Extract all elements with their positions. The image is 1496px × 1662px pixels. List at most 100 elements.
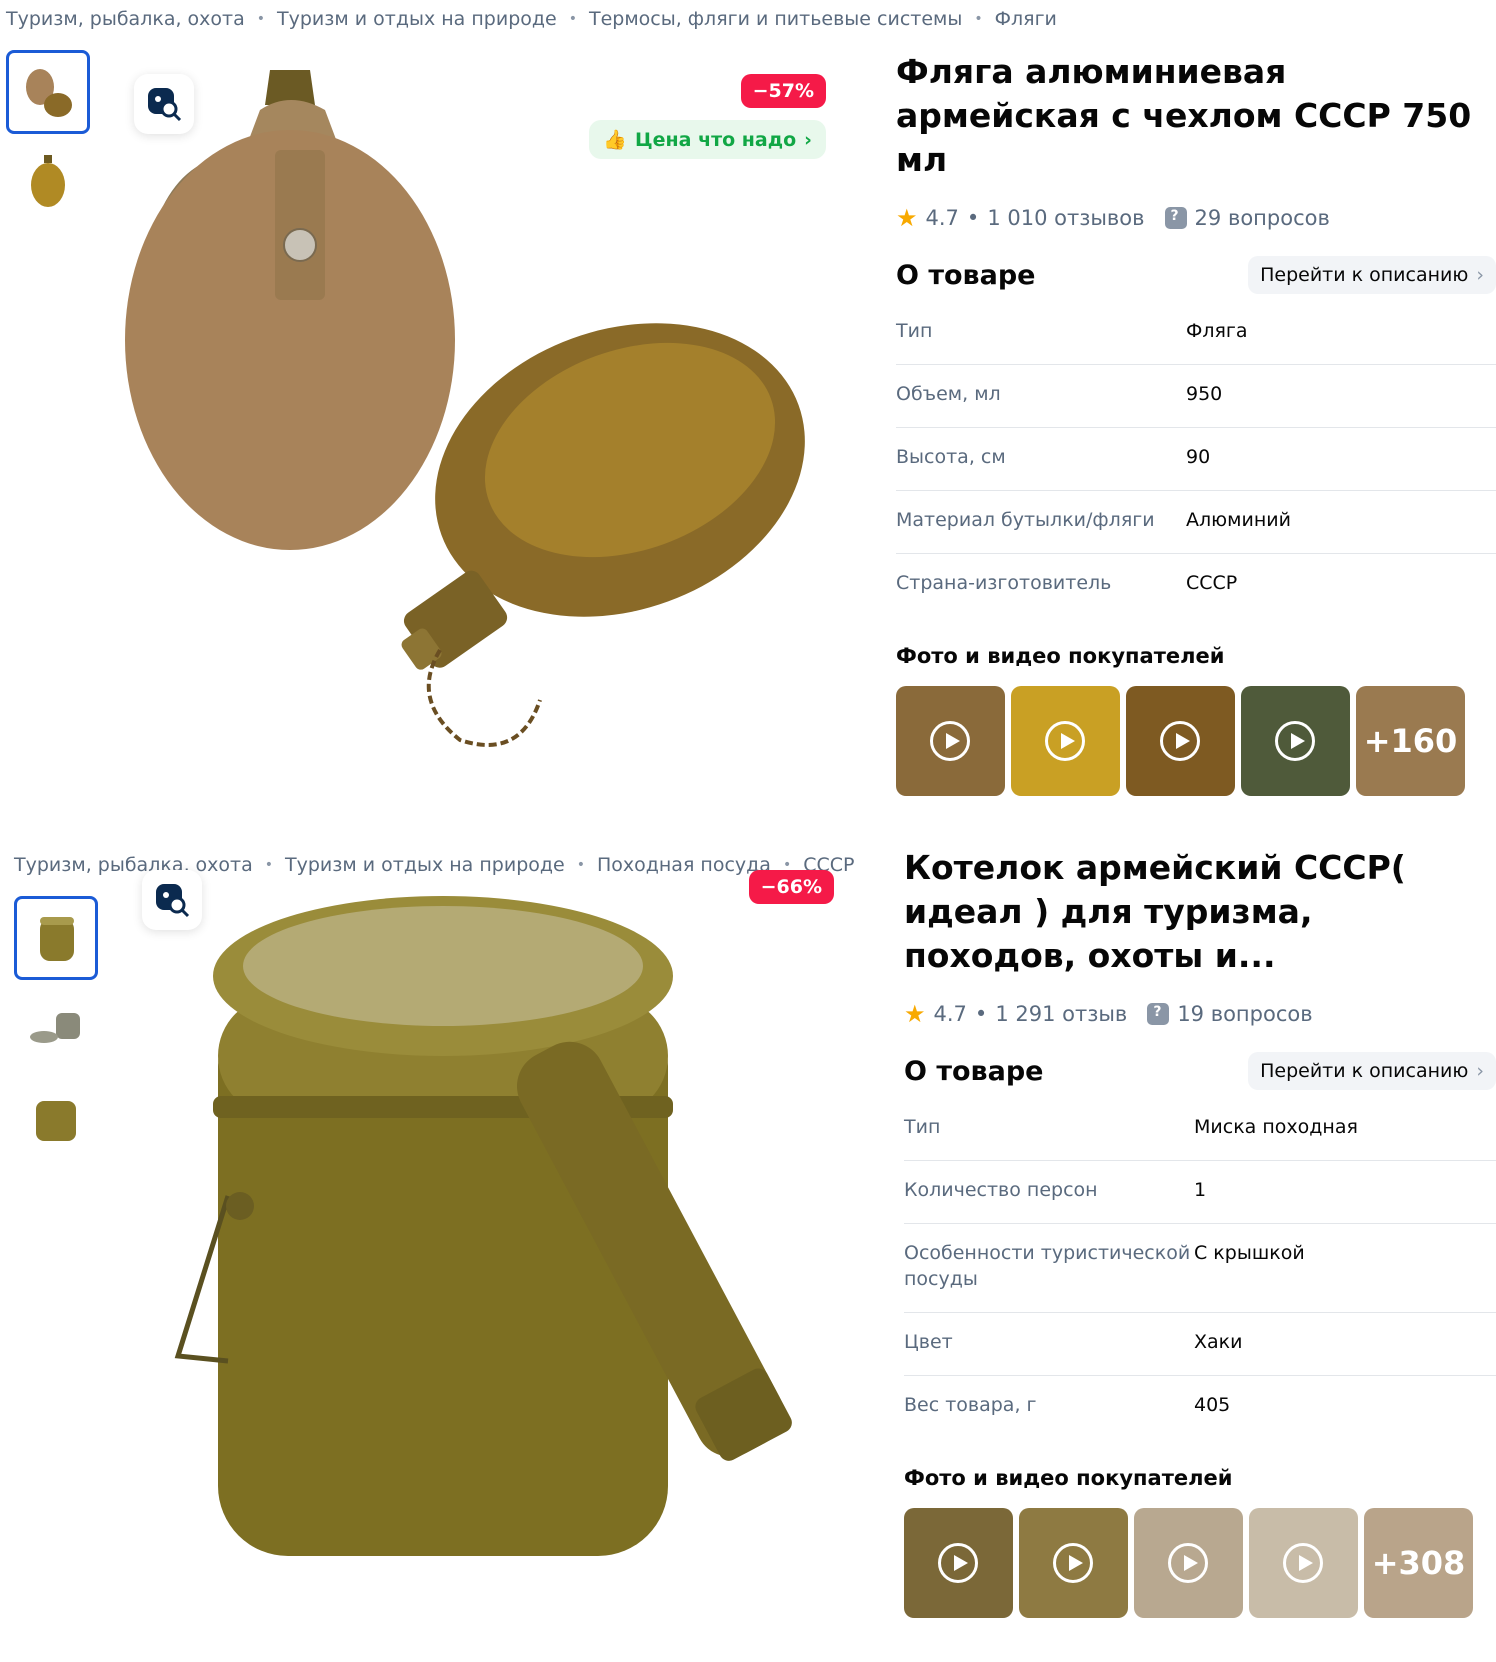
- product-info: Котелок армейский СССР( идеал ) для тури…: [904, 846, 1496, 1618]
- product-card-canteen: Туризм, рыбалка, охота • Туризм и отдых …: [0, 0, 1496, 800]
- star-icon: ★: [904, 1000, 926, 1028]
- mess-kit-product-image: [174, 896, 792, 1556]
- spec-row: Тип Фляга: [896, 302, 1496, 365]
- image-search-icon: [156, 884, 190, 918]
- mess-kit-thumbnail-image: [40, 917, 74, 961]
- spec-key: Материал бутылки/фляги: [896, 509, 1155, 531]
- spec-row: Тип Миска походная: [904, 1098, 1496, 1161]
- customer-video-tile[interactable]: [904, 1508, 1013, 1618]
- product-title: Котелок армейский СССР( идеал ) для тури…: [904, 846, 1496, 978]
- customer-video-tile[interactable]: [1134, 1508, 1243, 1618]
- spec-key: Вес товара, г: [904, 1394, 1037, 1416]
- about-title: О товаре: [904, 1055, 1044, 1087]
- spec-value: 405: [1194, 1394, 1231, 1416]
- play-icon: [1168, 1543, 1208, 1583]
- breadcrumb-separator: •: [568, 11, 577, 27]
- discount-badge: −57%: [740, 74, 826, 108]
- thumbnail-canteen-bottle[interactable]: [6, 140, 90, 224]
- chevron-right-icon: ›: [1476, 1060, 1484, 1082]
- chevron-right-icon: ›: [1476, 264, 1484, 286]
- thumbnail-list: [6, 50, 90, 230]
- go-to-description-label: Перейти к описанию: [1260, 1060, 1469, 1082]
- spec-key: Тип: [896, 320, 933, 342]
- breadcrumb: Туризм, рыбалка, охота • Туризм и отдых …: [6, 8, 1057, 30]
- play-icon: [1275, 721, 1315, 761]
- play-icon: [930, 721, 970, 761]
- good-price-badge[interactable]: 👍 Цена что надо ›: [589, 120, 826, 159]
- play-icon: [1160, 721, 1200, 761]
- thumbnail-mess-kit-side[interactable]: [14, 1076, 98, 1160]
- breadcrumb-item[interactable]: Термосы, фляги и питьевые системы: [589, 8, 962, 30]
- spec-row: Страна-изготовитель СССР: [896, 554, 1496, 616]
- about-title: О товаре: [896, 259, 1036, 291]
- customer-media-more-tile[interactable]: +160: [1356, 686, 1465, 796]
- about-header: О товаре Перейти к описанию ›: [896, 256, 1496, 294]
- spec-value: Миска походная: [1194, 1116, 1358, 1138]
- rating-separator: •: [974, 1002, 988, 1026]
- question-icon: [1164, 207, 1187, 229]
- product-title: Фляга алюминиевая армейская с чехлом ССС…: [896, 52, 1472, 179]
- thumbnail-mess-kit-open[interactable]: [14, 986, 98, 1070]
- customer-media-more-tile[interactable]: +308: [1364, 1508, 1473, 1618]
- spec-key: Цвет: [904, 1331, 953, 1353]
- spec-row: Объем, мл 950: [896, 365, 1496, 428]
- customer-media-strip: +160: [896, 686, 1496, 796]
- customer-media-title: Фото и видео покупателей: [904, 1466, 1233, 1490]
- spec-value: Алюминий: [1186, 509, 1291, 531]
- product-gallery[interactable]: −66%: [118, 846, 858, 1596]
- questions-link[interactable]: 29 вопросов: [1195, 206, 1330, 230]
- spec-value: Фляга: [1186, 320, 1248, 342]
- go-to-description-label: Перейти к описанию: [1260, 264, 1469, 286]
- search-by-photo-button[interactable]: [134, 74, 194, 134]
- breadcrumb-item[interactable]: Туризм, рыбалка, охота: [6, 8, 245, 30]
- thumbs-up-icon: 👍: [603, 129, 627, 151]
- specs-table: Тип Фляга Объем, мл 950 Высота, см 90 Матер…: [896, 302, 1496, 616]
- canteen-bottle-thumbnail-image: [31, 155, 65, 207]
- product-gallery[interactable]: −57% 👍 Цена что надо ›: [110, 50, 850, 800]
- customer-video-tile[interactable]: [1249, 1508, 1358, 1618]
- play-icon: [1283, 1543, 1323, 1583]
- breadcrumb-item[interactable]: Туризм и отдых на природе: [277, 8, 557, 30]
- more-media-count: +308: [1371, 1544, 1466, 1582]
- spec-key: Объем, мл: [896, 383, 1001, 405]
- good-price-label: Цена что надо: [635, 128, 797, 151]
- questions-link[interactable]: 19 вопросов: [1177, 1002, 1312, 1026]
- customer-video-tile[interactable]: [1011, 686, 1120, 796]
- thumbnail-canteen-set[interactable]: [6, 50, 90, 134]
- specs-table: Тип Миска походная Количество персон 1 Осо…: [904, 1098, 1496, 1438]
- mess-kit-side-thumbnail-image: [36, 1101, 76, 1141]
- rating-row: ★ 4.7 • 1 291 отзыв 19 вопросов: [904, 1000, 1496, 1028]
- product-title-text: Котелок армейский СССР( идеал ) для тури…: [904, 848, 1406, 975]
- spec-key: Количество персон: [904, 1179, 1098, 1201]
- breadcrumb-separator: •: [256, 11, 266, 27]
- spec-value: 950: [1186, 383, 1223, 405]
- rating-row: ★ 4.7 • 1 010 отзывов 29 вопросов: [896, 204, 1496, 232]
- chevron-right-icon: ›: [804, 128, 812, 151]
- spec-row: Цвет Хаки: [904, 1313, 1496, 1376]
- thumbnail-list: [14, 896, 98, 1166]
- breadcrumb-item[interactable]: Фляги: [995, 8, 1057, 30]
- thumbnail-mess-kit-closed[interactable]: [14, 896, 98, 980]
- customer-media-title: Фото и видео покупателей: [896, 644, 1225, 668]
- play-icon: [1053, 1543, 1093, 1583]
- reviews-link[interactable]: 1 291 отзыв: [995, 1002, 1127, 1026]
- reviews-link[interactable]: 1 010 отзывов: [987, 206, 1144, 230]
- customer-media-strip: +308: [904, 1508, 1496, 1618]
- more-media-count: +160: [1363, 722, 1458, 760]
- customer-video-tile[interactable]: [1241, 686, 1350, 796]
- customer-video-tile[interactable]: [1126, 686, 1235, 796]
- go-to-description-button[interactable]: Перейти к описанию ›: [1248, 256, 1496, 294]
- rating-separator: •: [966, 206, 980, 230]
- spec-value: СССР: [1186, 572, 1238, 594]
- go-to-description-button[interactable]: Перейти к описанию ›: [1248, 1052, 1496, 1090]
- customer-video-tile[interactable]: [896, 686, 1005, 796]
- spec-row: Вес товара, г 405: [904, 1376, 1496, 1438]
- spec-row: Особенности туристической посуды С крышко…: [904, 1224, 1496, 1313]
- spec-key: Высота, см: [896, 446, 1006, 468]
- spec-value: С крышкой: [1194, 1242, 1305, 1264]
- customer-video-tile[interactable]: [1019, 1508, 1128, 1618]
- spec-row: Материал бутылки/фляги Алюминий: [896, 491, 1496, 554]
- breadcrumb-separator: •: [974, 11, 983, 27]
- spec-row: Высота, см 90: [896, 428, 1496, 491]
- search-by-photo-button[interactable]: [142, 870, 202, 930]
